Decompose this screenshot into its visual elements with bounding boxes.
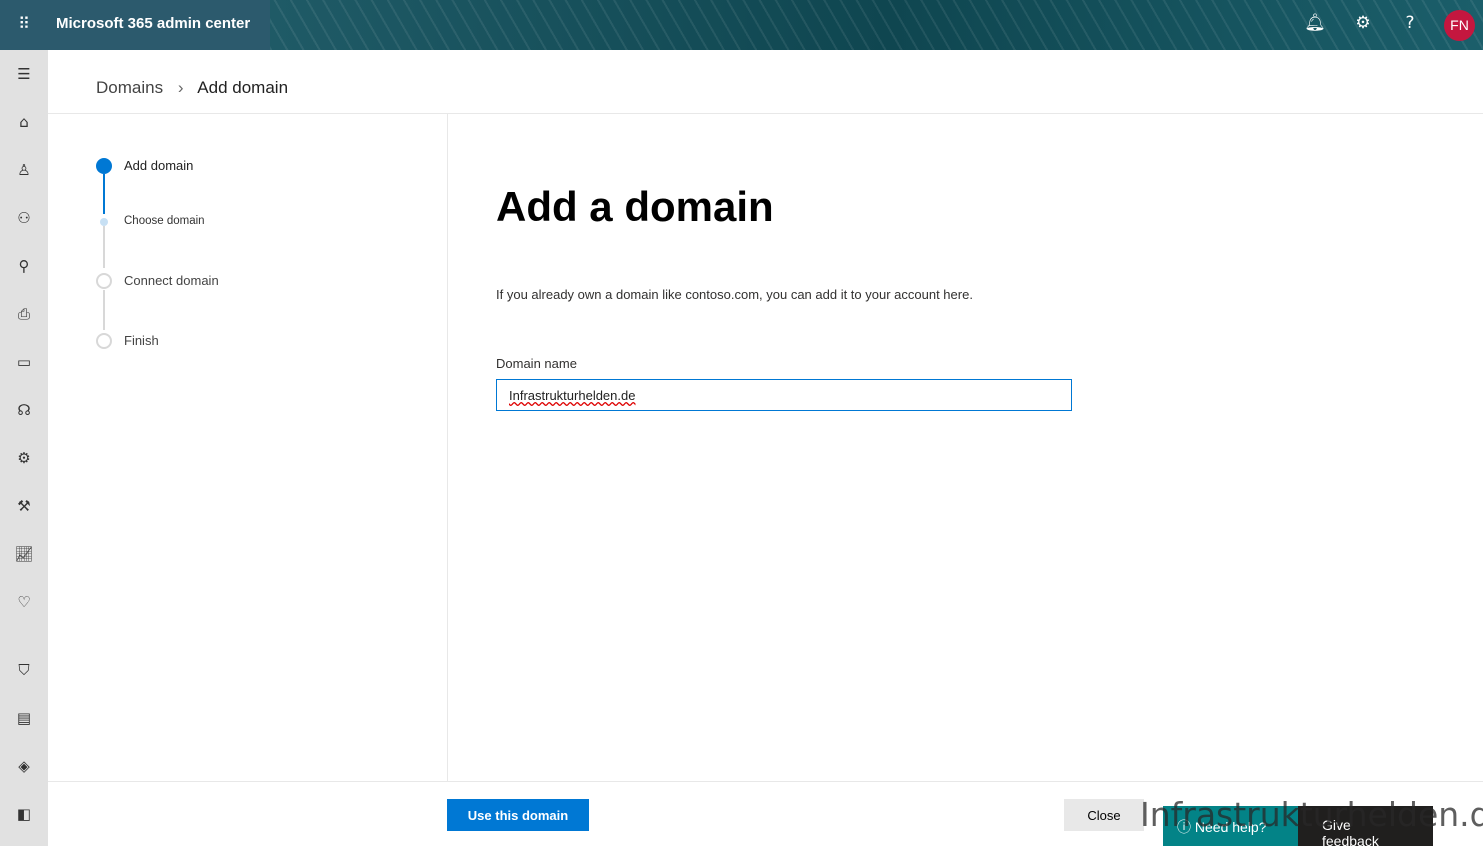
use-this-domain-button[interactable]: Use this domain <box>447 799 589 831</box>
billing-icon[interactable]: ▭ <box>12 350 36 374</box>
divider <box>48 781 1483 782</box>
user-icon[interactable]: ♙ <box>12 158 36 182</box>
app-launcher-icon[interactable]: ⠿ <box>14 14 34 34</box>
substep-icon <box>100 218 108 226</box>
compliance-icon[interactable]: ▤ <box>12 706 36 730</box>
divider <box>447 114 448 781</box>
give-feedback-button[interactable]: Give feedback <box>1298 806 1433 849</box>
reports-icon[interactable]: 📈︎ <box>12 542 36 566</box>
gear-icon[interactable]: ⚙ <box>1351 13 1375 33</box>
page-title: Add a domain <box>496 183 774 230</box>
step-connector <box>103 226 105 268</box>
security-icon[interactable]: ⛉ <box>12 658 36 682</box>
breadcrumb-domains[interactable]: Domains <box>96 78 163 97</box>
header-banner <box>270 0 1483 50</box>
divider <box>48 113 1483 114</box>
resources-icon[interactable]: ⎙ <box>12 302 36 326</box>
breadcrumb-current: Add domain <box>197 78 289 97</box>
groups-icon[interactable]: ⚇ <box>12 206 36 230</box>
domain-name-label: Domain name <box>496 356 577 371</box>
need-help-button[interactable]: ⓘ Need help? <box>1163 806 1298 846</box>
step-add-domain: Add domain <box>124 158 194 173</box>
home-icon[interactable]: ⌂ <box>12 110 36 134</box>
need-help-label: Need help? <box>1194 819 1267 835</box>
setup-icon[interactable]: ⚒ <box>12 494 36 518</box>
step-connector <box>103 174 105 214</box>
help-icon[interactable]: ? <box>1398 13 1422 33</box>
endpoint-manager-icon[interactable]: ◈ <box>12 754 36 778</box>
description: If you already own a domain like contoso… <box>496 287 973 302</box>
help-circle-icon: ⓘ <box>1177 819 1195 835</box>
breadcrumb: Domains › Add domain <box>96 78 298 98</box>
step-connector <box>103 290 105 330</box>
bell-icon[interactable]: 🔔︎ <box>1303 13 1327 33</box>
health-icon[interactable]: ♡ <box>12 590 36 614</box>
close-button[interactable]: Close <box>1064 799 1144 831</box>
support-icon[interactable]: ☊ <box>12 398 36 422</box>
app-title[interactable]: Microsoft 365 admin center <box>56 15 250 32</box>
step-current-icon <box>96 158 112 174</box>
step-pending-icon <box>96 333 112 349</box>
step-pending-icon <box>96 273 112 289</box>
domain-name-value: Infrastrukturhelden.de <box>509 388 636 403</box>
chevron-right-icon: › <box>177 78 184 97</box>
avatar[interactable]: FN <box>1444 10 1475 41</box>
left-nav: ☰ ⌂ ♙ ⚇ ⚲ ⎙ ▭ ☊ ⚙ ⚒ 📈︎ ♡ ⛉ ▤ ◈ ◧ <box>0 50 48 846</box>
step-connect-domain: Connect domain <box>124 273 219 288</box>
step-finish: Finish <box>124 333 159 348</box>
menu-icon[interactable]: ☰ <box>12 62 36 86</box>
domain-name-input[interactable]: Infrastrukturhelden.de <box>496 379 1072 411</box>
top-bar: ⠿ Microsoft 365 admin center 🔔︎ ⚙ ? FN <box>0 0 1483 50</box>
exchange-icon[interactable]: ◧ <box>12 802 36 826</box>
settings-icon[interactable]: ⚙ <box>12 446 36 470</box>
roles-icon[interactable]: ⚲ <box>12 254 36 278</box>
step-choose-domain: Choose domain <box>124 215 205 227</box>
